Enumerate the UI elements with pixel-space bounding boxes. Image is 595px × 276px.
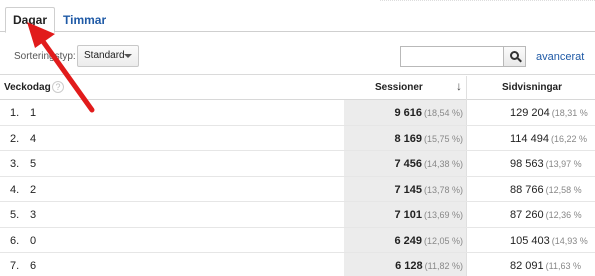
toolbar: Sorteringstyp: Standard avancerat [0, 33, 595, 75]
weekday-cell: 4 [30, 132, 37, 145]
table-header: Veckodag ? Sessioner ↓ Sidvisningar [0, 76, 595, 100]
row-index: 7. [10, 260, 20, 272]
sort-type-label: Sorteringstyp: [14, 51, 76, 62]
row-index: 2. [10, 132, 20, 145]
table-row: 3. 5 7 456 (14,38 %) 98 563 (13,97 % [0, 151, 595, 177]
sessions-percent: (12,05 %) [423, 235, 463, 246]
pageviews-percent: (11,63 % [545, 261, 582, 271]
sessions-percent: (11,82 %) [424, 261, 463, 271]
pageviews-cell: 88 766 (12,58 % [470, 184, 595, 196]
pageviews-value: 114 494 [510, 132, 549, 145]
pageviews-value: 105 403 [510, 234, 550, 247]
row-index: 3. [10, 158, 20, 170]
pageviews-cell: 114 494 (16,22 % [470, 133, 595, 145]
weekday-cell: 1 [30, 107, 37, 119]
row-index: 5. [10, 209, 20, 221]
table-row: 5. 3 7 101 (13,69 %) 87 260 (12,36 % [0, 202, 595, 228]
table-body: 1. 1 9 616 (18,54 %) 129 204 (18,31 % 2. 4… [0, 100, 595, 276]
pageviews-value: 129 204 [510, 107, 550, 119]
table-row: 7. 6 6 128 (11,82 %) 82 091 (11,63 % [0, 253, 595, 276]
sessions-value: 8 169 [394, 132, 422, 145]
tab-bar: Dagar Timmar [0, 0, 595, 33]
sort-descending-icon[interactable]: ↓ [456, 79, 462, 93]
sessions-cell: 8 169 (15,75 %) [344, 133, 466, 145]
table-row: 2. 4 8 169 (15,75 %) 114 494 (16,22 % [0, 126, 595, 151]
sessions-percent: (14,38 %) [423, 159, 463, 169]
weekday-cell: 0 [30, 234, 37, 247]
weekday-cell: 2 [30, 183, 37, 196]
sessions-cell: 7 145 (13,78 %) [344, 184, 466, 196]
sessions-cell: 6 249 (12,05 %) [344, 235, 466, 247]
row-index: 6. [10, 234, 20, 247]
pageviews-value: 82 091 [510, 260, 544, 272]
sessions-value: 7 101 [394, 209, 422, 221]
weekday-cell: 3 [30, 209, 37, 221]
pageviews-percent: (16,22 % [550, 133, 587, 144]
pageviews-value: 98 563 [510, 158, 544, 170]
weekday-cell: 6 [30, 260, 37, 272]
pageviews-cell: 105 403 (14,93 % [470, 235, 595, 247]
chevron-down-icon [124, 54, 132, 58]
pageviews-cell: 98 563 (13,97 % [470, 158, 595, 170]
sessions-cell: 9 616 (18,54 %) [344, 107, 466, 119]
pageviews-percent: (18,31 % [551, 108, 588, 118]
row-index: 4. [10, 183, 20, 196]
row-index: 1. [10, 107, 20, 119]
sessions-percent: (13,69 %) [423, 210, 463, 220]
pageviews-cell: 82 091 (11,63 % [470, 260, 595, 272]
pageviews-cell: 129 204 (18,31 % [470, 107, 595, 119]
table-row: 6. 0 6 249 (12,05 %) 105 403 (14,93 % [0, 228, 595, 253]
sessions-value: 6 128 [395, 260, 423, 272]
pageviews-percent: (14,93 % [551, 235, 588, 246]
sessions-percent: (13,78 %) [423, 184, 463, 195]
tab-timmar[interactable]: Timmar [55, 7, 114, 33]
table-row: 1. 1 9 616 (18,54 %) 129 204 (18,31 % [0, 100, 595, 126]
sort-type-value: Standard [84, 50, 125, 61]
search-icon-handle [517, 57, 522, 63]
pageviews-cell: 87 260 (12,36 % [470, 209, 595, 221]
pageviews-value: 87 260 [510, 209, 544, 221]
pageviews-percent: (12,36 % [545, 210, 582, 220]
pageviews-percent: (13,97 % [545, 159, 582, 169]
sessions-percent: (15,75 %) [423, 133, 463, 144]
search-input[interactable] [400, 46, 504, 67]
sessions-cell: 6 128 (11,82 %) [344, 260, 466, 272]
table-row: 4. 2 7 145 (13,78 %) 88 766 (12,58 % [0, 177, 595, 202]
sessions-value: 6 249 [394, 234, 422, 247]
sessions-value: 7 456 [394, 158, 422, 170]
weekday-cell: 5 [30, 158, 37, 170]
sessions-cell: 7 456 (14,38 %) [344, 158, 466, 170]
column-header-pageviews[interactable]: Sidvisningar [502, 82, 562, 93]
search-button[interactable] [503, 46, 526, 67]
pageviews-value: 88 766 [510, 183, 544, 196]
sessions-value: 7 145 [394, 183, 422, 196]
tab-dagar[interactable]: Dagar [5, 7, 56, 33]
divider [380, 0, 595, 4]
sessions-cell: 7 101 (13,69 %) [344, 209, 466, 221]
advanced-link[interactable]: avancerat [536, 51, 584, 63]
column-header-sessions[interactable]: Sessioner [375, 82, 423, 93]
sessions-percent: (18,54 %) [423, 108, 463, 118]
column-header-weekday[interactable]: Veckodag [4, 82, 51, 93]
sort-type-select[interactable]: Standard [77, 45, 139, 67]
pageviews-percent: (12,58 % [545, 184, 582, 195]
sessions-value: 9 616 [394, 107, 422, 119]
help-icon[interactable]: ? [52, 81, 64, 93]
